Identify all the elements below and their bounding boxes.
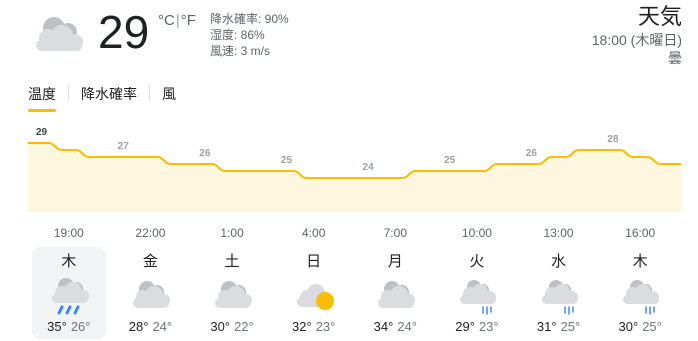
wind-text: 風速: 3 m/s — [210, 44, 271, 58]
value-label: 28 — [607, 134, 619, 145]
day-temps: 28° 24° — [113, 319, 187, 335]
day-forecast-item[interactable]: 木 35° 26° — [31, 247, 106, 339]
showers-icon — [459, 280, 496, 315]
high-temp: 28° — [128, 319, 149, 334]
day-name: 木 — [61, 253, 77, 270]
day-forecast-item[interactable]: 月 34° 24° — [358, 247, 432, 339]
low-temp: 22° — [234, 319, 254, 334]
low-temp: 23° — [315, 319, 336, 334]
high-temp: 30° — [618, 319, 639, 334]
high-temp: 35° — [47, 319, 67, 334]
value-label: 25 — [444, 155, 456, 166]
x-tick-label: 10:00 — [461, 226, 492, 240]
high-temp: 30° — [210, 319, 231, 334]
low-temp: 25° — [560, 319, 581, 334]
day-forecast-item[interactable]: 金 28° 24° — [113, 247, 187, 339]
x-axis-labels: 19:00 22:00 1:00 4:00 7:00 10:00 13:00 16:00 — [28, 226, 681, 242]
value-label: 26 — [199, 148, 211, 159]
weather-condition: 曇 — [668, 50, 682, 66]
x-tick-label: 4:00 — [302, 226, 326, 240]
day-name: 日 — [306, 253, 322, 270]
low-temp: 23° — [478, 319, 499, 334]
tab-divider — [149, 85, 150, 101]
cloudy-icon — [133, 281, 171, 308]
fahrenheit-toggle[interactable]: °F — [181, 12, 196, 29]
showers-icon — [541, 280, 578, 315]
current-temperature: 29 — [98, 6, 150, 58]
value-label: 26 — [526, 148, 538, 159]
precipitation-text: 降水確率: 90% — [210, 12, 289, 26]
high-temp: 29° — [455, 319, 475, 334]
weather-tabs: 温度 降水確率 風 — [28, 84, 176, 114]
weather-details: 降水確率: 90% 湿度: 86% 風速: 3 m/s — [210, 11, 289, 59]
daily-forecast: 木 35° 26° 金 28° 24° 土 30° 22° 日 32° 23° 月 34° 24° 火 29° 2… — [28, 247, 681, 339]
x-tick-label: 22:00 — [135, 226, 166, 240]
day-temps: 29° 23° — [440, 319, 514, 335]
day-temps: 30° 22° — [195, 319, 269, 335]
low-temp: 25° — [642, 319, 662, 334]
x-tick-label: 7:00 — [383, 226, 407, 240]
tab-divider — [68, 85, 69, 101]
day-name: 水 — [551, 253, 567, 270]
unit-switcher: °C|°F — [158, 12, 196, 29]
day-name: 火 — [469, 253, 485, 270]
day-forecast-item[interactable]: 火 29° 23° — [440, 247, 514, 339]
day-forecast-item[interactable]: 木 30° 25° — [603, 247, 677, 339]
unit-divider: | — [175, 12, 180, 29]
day-temps: 31° 25° — [522, 319, 596, 335]
x-tick-label: 16:00 — [625, 226, 656, 240]
day-temps: 35° 26° — [32, 319, 106, 335]
day-forecast-item[interactable]: 土 30° 22° — [195, 247, 269, 339]
value-label: 24 — [363, 162, 375, 173]
day-forecast-item[interactable]: 日 32° 23° — [277, 247, 351, 339]
tab-wind[interactable]: 風 — [162, 84, 176, 112]
x-tick-label: 13:00 — [543, 226, 574, 240]
day-temps: 30° 25° — [603, 319, 677, 335]
day-name: 月 — [387, 253, 403, 270]
value-label: 29 — [36, 128, 48, 138]
showers-icon — [623, 280, 660, 315]
cloudy-icon — [36, 17, 83, 51]
day-name: 土 — [224, 253, 240, 270]
low-temp: 24° — [152, 319, 173, 334]
high-temp: 31° — [536, 319, 557, 334]
value-label: 25 — [281, 155, 293, 166]
value-label: 27 — [118, 141, 130, 152]
rain-icon — [51, 278, 89, 315]
high-temp: 34° — [373, 319, 394, 334]
day-name: 金 — [142, 253, 158, 270]
celsius-toggle[interactable]: °C — [158, 12, 175, 29]
day-temps: 34° 24° — [358, 319, 432, 335]
day-temps: 32° 23° — [277, 319, 351, 335]
tab-temperature[interactable]: 温度 — [28, 84, 56, 112]
high-temp: 32° — [292, 319, 312, 334]
day-name: 木 — [632, 253, 648, 270]
partly-sunny-icon — [296, 284, 334, 310]
weather-datetime: 18:00 (木曜日) — [591, 32, 682, 48]
day-forecast-item[interactable]: 水 31° 25° — [522, 247, 596, 339]
temperature-chart: 29 27 26 25 24 25 26 28 — [28, 128, 681, 212]
weather-title: 天気 — [637, 4, 682, 29]
low-temp: 26° — [70, 319, 91, 334]
x-tick-label: 19:00 — [53, 226, 84, 240]
low-temp: 24° — [397, 319, 417, 334]
x-tick-label: 1:00 — [220, 226, 244, 240]
cloudy-icon — [215, 281, 253, 308]
cloudy-icon — [378, 281, 416, 308]
humidity-text: 湿度: 86% — [210, 28, 265, 42]
tab-precipitation[interactable]: 降水確率 — [81, 84, 137, 112]
